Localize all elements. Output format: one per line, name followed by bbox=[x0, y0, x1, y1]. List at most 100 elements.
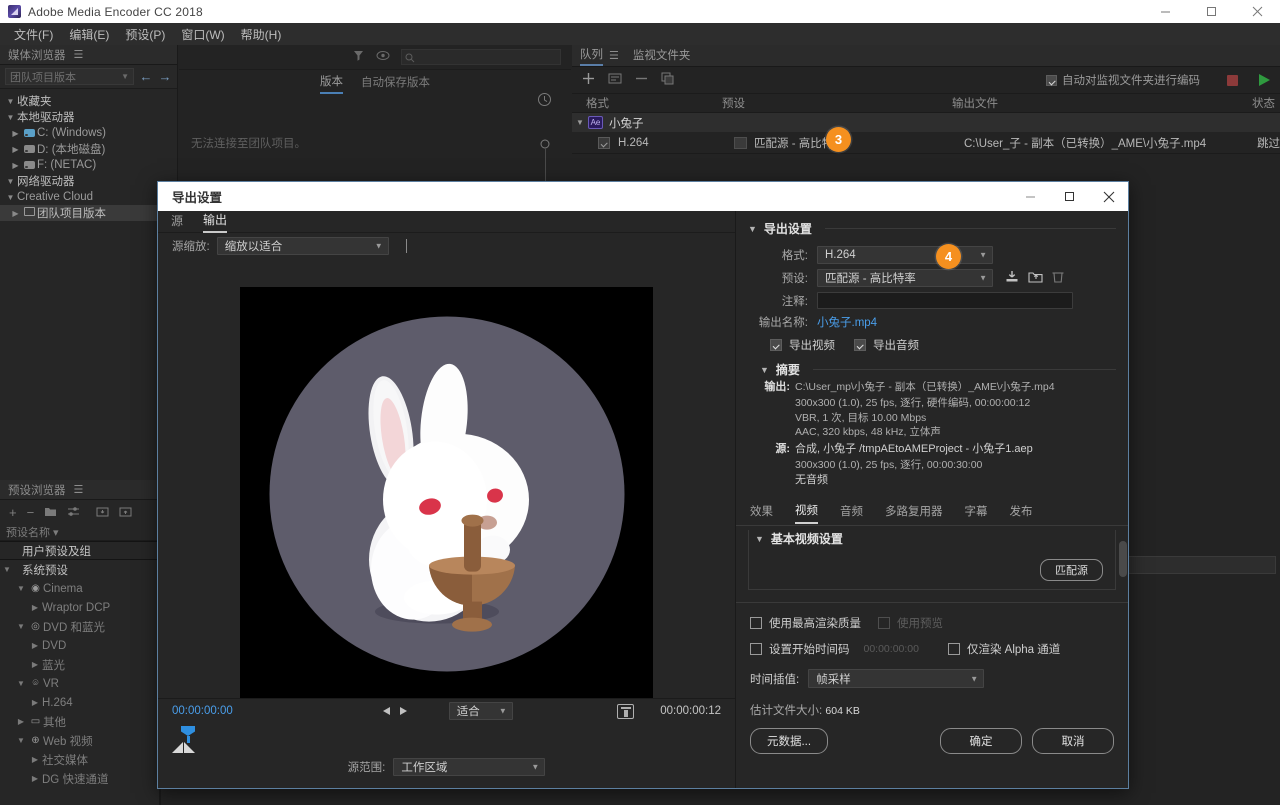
tree-item-favorites[interactable]: ▼ 收藏夹 bbox=[0, 93, 177, 109]
auto-encode-checkbox[interactable] bbox=[1046, 74, 1057, 86]
timeline-track[interactable] bbox=[172, 726, 721, 753]
preset-row-other[interactable]: ▶ ▭ 其他 bbox=[0, 712, 159, 731]
tab-source[interactable]: 源 bbox=[171, 212, 183, 232]
twisty-icon[interactable]: ▼ bbox=[755, 534, 764, 544]
cancel-button[interactable]: 取消 bbox=[1032, 728, 1114, 755]
add-comp-icon[interactable] bbox=[608, 72, 622, 88]
tab-output[interactable]: 输出 bbox=[203, 211, 228, 233]
summary-section-header[interactable]: ▼ 摘要 bbox=[736, 357, 1128, 378]
twisty-icon[interactable]: ▶ bbox=[9, 209, 22, 218]
remove-preset-icon[interactable]: − bbox=[27, 505, 35, 520]
tab-watch-folders[interactable]: 监视文件夹 bbox=[633, 47, 691, 65]
save-preset-icon[interactable] bbox=[1005, 270, 1019, 286]
work-area-end-icon[interactable] bbox=[184, 742, 195, 753]
maximize-icon[interactable] bbox=[1050, 182, 1089, 211]
source-range-dropdown[interactable]: 工作区域 ▼ bbox=[393, 758, 546, 776]
menu-window[interactable]: 窗口(W) bbox=[173, 24, 232, 45]
tab-effects[interactable]: 效果 bbox=[750, 503, 773, 523]
twisty-icon[interactable]: ▶ bbox=[28, 603, 42, 612]
twisty-icon[interactable]: ▼ bbox=[14, 679, 28, 688]
twisty-icon[interactable]: ▼ bbox=[4, 193, 17, 202]
history-icon[interactable] bbox=[537, 92, 552, 110]
twisty-icon[interactable]: ▼ bbox=[14, 622, 28, 631]
current-timecode[interactable]: 00:00:00:00 bbox=[172, 705, 233, 717]
playhead-handle[interactable] bbox=[177, 726, 199, 743]
folder-preset-icon[interactable] bbox=[44, 505, 57, 520]
twisty-icon[interactable]: ▼ bbox=[748, 224, 757, 234]
twisty-icon[interactable]: ▶ bbox=[28, 774, 42, 783]
tab-versions[interactable]: 版本 bbox=[320, 73, 343, 94]
twisty-icon[interactable]: ▼ bbox=[14, 736, 28, 745]
tab-captions[interactable]: 字幕 bbox=[965, 503, 988, 523]
preset-row-h264[interactable]: ▶ H.264 bbox=[0, 693, 159, 712]
duplicate-icon[interactable] bbox=[661, 72, 674, 88]
alpha-only-checkbox[interactable] bbox=[947, 643, 960, 656]
tab-autosave-versions[interactable]: 自动保存版本 bbox=[361, 74, 430, 93]
tree-item-drive-d[interactable]: ▶ D: (本地磁盘) bbox=[0, 141, 177, 157]
twisty-icon[interactable]: ▶ bbox=[14, 717, 28, 726]
preset-row-wraptor-dcp[interactable]: ▶ Wraptor DCP bbox=[0, 598, 159, 617]
preset-row-social-media[interactable]: ▶ 社交媒体 bbox=[0, 750, 159, 769]
time-interpolation-dropdown[interactable]: 帧采样 ▼ bbox=[808, 669, 985, 689]
twisty-icon[interactable]: ▼ bbox=[572, 118, 588, 127]
import-preset-icon[interactable] bbox=[96, 505, 109, 520]
twisty-icon[interactable]: ▶ bbox=[9, 129, 22, 138]
out-point-icon[interactable] bbox=[399, 707, 407, 715]
preview-image[interactable] bbox=[240, 287, 653, 701]
export-settings-section-header[interactable]: ▼ 导出设置 bbox=[736, 211, 1128, 241]
tree-item-drive-c[interactable]: ▶ C: (Windows) bbox=[0, 125, 177, 141]
panel-menu-icon[interactable]: ☰ bbox=[74, 48, 84, 61]
add-preset-icon[interactable]: + bbox=[9, 505, 17, 520]
twisty-icon[interactable]: ▼ bbox=[4, 113, 17, 122]
tree-item-team-project[interactable]: ▶ 团队项目版本 bbox=[0, 205, 177, 221]
auto-encode-watch-folders[interactable]: 自动对监视文件夹进行编码 bbox=[1046, 72, 1200, 88]
tree-item-creative-cloud[interactable]: ▼ Creative Cloud bbox=[0, 189, 177, 205]
tree-item-drive-f[interactable]: ▶ F: (NETAC) bbox=[0, 157, 177, 173]
preset-column-header[interactable]: 预设名称 ▾ bbox=[0, 524, 159, 541]
import-preset-icon[interactable] bbox=[1028, 270, 1043, 286]
format-dropdown[interactable]: H.264 ▼ bbox=[817, 246, 993, 264]
media-browser-dropdown[interactable]: 团队项目版本 ▼ bbox=[5, 68, 134, 85]
twisty-icon[interactable]: ▼ bbox=[14, 584, 28, 593]
preset-row-system-presets[interactable]: ▼ 系统预设 bbox=[0, 560, 159, 579]
back-arrow-icon[interactable]: ← bbox=[139, 69, 153, 84]
tab-multiplexer[interactable]: 多路复用器 bbox=[885, 503, 943, 523]
in-point-icon[interactable] bbox=[382, 707, 390, 715]
row-checkbox[interactable] bbox=[598, 136, 610, 149]
basic-video-settings-header[interactable]: ▼ 基本视频设置 bbox=[749, 530, 843, 548]
output-name-link[interactable]: 小兔子.mp4 bbox=[817, 314, 877, 330]
preset-row-bluray[interactable]: ▶ 蓝光 bbox=[0, 655, 159, 674]
menu-file[interactable]: 文件(F) bbox=[6, 24, 61, 45]
settings-preset-icon[interactable] bbox=[67, 505, 80, 520]
preset-row-dvd-bluray[interactable]: ▼ ◎ DVD 和蓝光 bbox=[0, 617, 159, 636]
add-icon[interactable] bbox=[582, 72, 595, 88]
ok-button[interactable]: 确定 bbox=[940, 728, 1022, 755]
preset-row-dg-fast-channel[interactable]: ▶ DG 快速通道 bbox=[0, 769, 159, 788]
preset-row-user-presets[interactable]: 用户预设及组 bbox=[0, 541, 159, 560]
twisty-icon[interactable]: ▶ bbox=[9, 161, 22, 170]
twisty-icon[interactable]: ▼ bbox=[4, 97, 17, 106]
tab-video[interactable]: 视频 bbox=[795, 502, 818, 524]
panel-menu-icon[interactable]: ☰ bbox=[609, 49, 619, 62]
remove-icon[interactable] bbox=[635, 72, 648, 88]
tab-audio[interactable]: 音频 bbox=[840, 503, 863, 523]
delete-preset-icon[interactable] bbox=[1052, 270, 1064, 286]
menu-preset[interactable]: 预设(P) bbox=[117, 24, 173, 45]
preset-row-vr[interactable]: ▼ ⌾ VR bbox=[0, 674, 159, 693]
minimize-icon[interactable] bbox=[1011, 182, 1050, 211]
preset-row-dvd[interactable]: ▶ DVD bbox=[0, 636, 159, 655]
eye-icon[interactable] bbox=[376, 50, 390, 64]
loop-range-icon[interactable] bbox=[616, 703, 634, 719]
preset-row-cinema[interactable]: ▼ ◉ Cinema bbox=[0, 579, 159, 598]
use-preview-checkbox[interactable] bbox=[878, 617, 890, 630]
work-area-start-icon[interactable] bbox=[172, 742, 183, 753]
match-source-button[interactable]: 匹配源 bbox=[1040, 559, 1103, 582]
forward-arrow-icon[interactable]: → bbox=[158, 69, 172, 84]
comment-input[interactable] bbox=[817, 292, 1073, 309]
export-video-checkbox[interactable] bbox=[770, 339, 782, 351]
export-preset-icon[interactable] bbox=[119, 505, 132, 520]
background-dropdown[interactable] bbox=[1108, 556, 1276, 574]
zoom-dropdown[interactable]: 适合 ▼ bbox=[448, 702, 513, 720]
export-audio-checkbox[interactable] bbox=[854, 339, 866, 351]
start-timecode-value[interactable]: 00:00:00:00 bbox=[864, 643, 919, 655]
